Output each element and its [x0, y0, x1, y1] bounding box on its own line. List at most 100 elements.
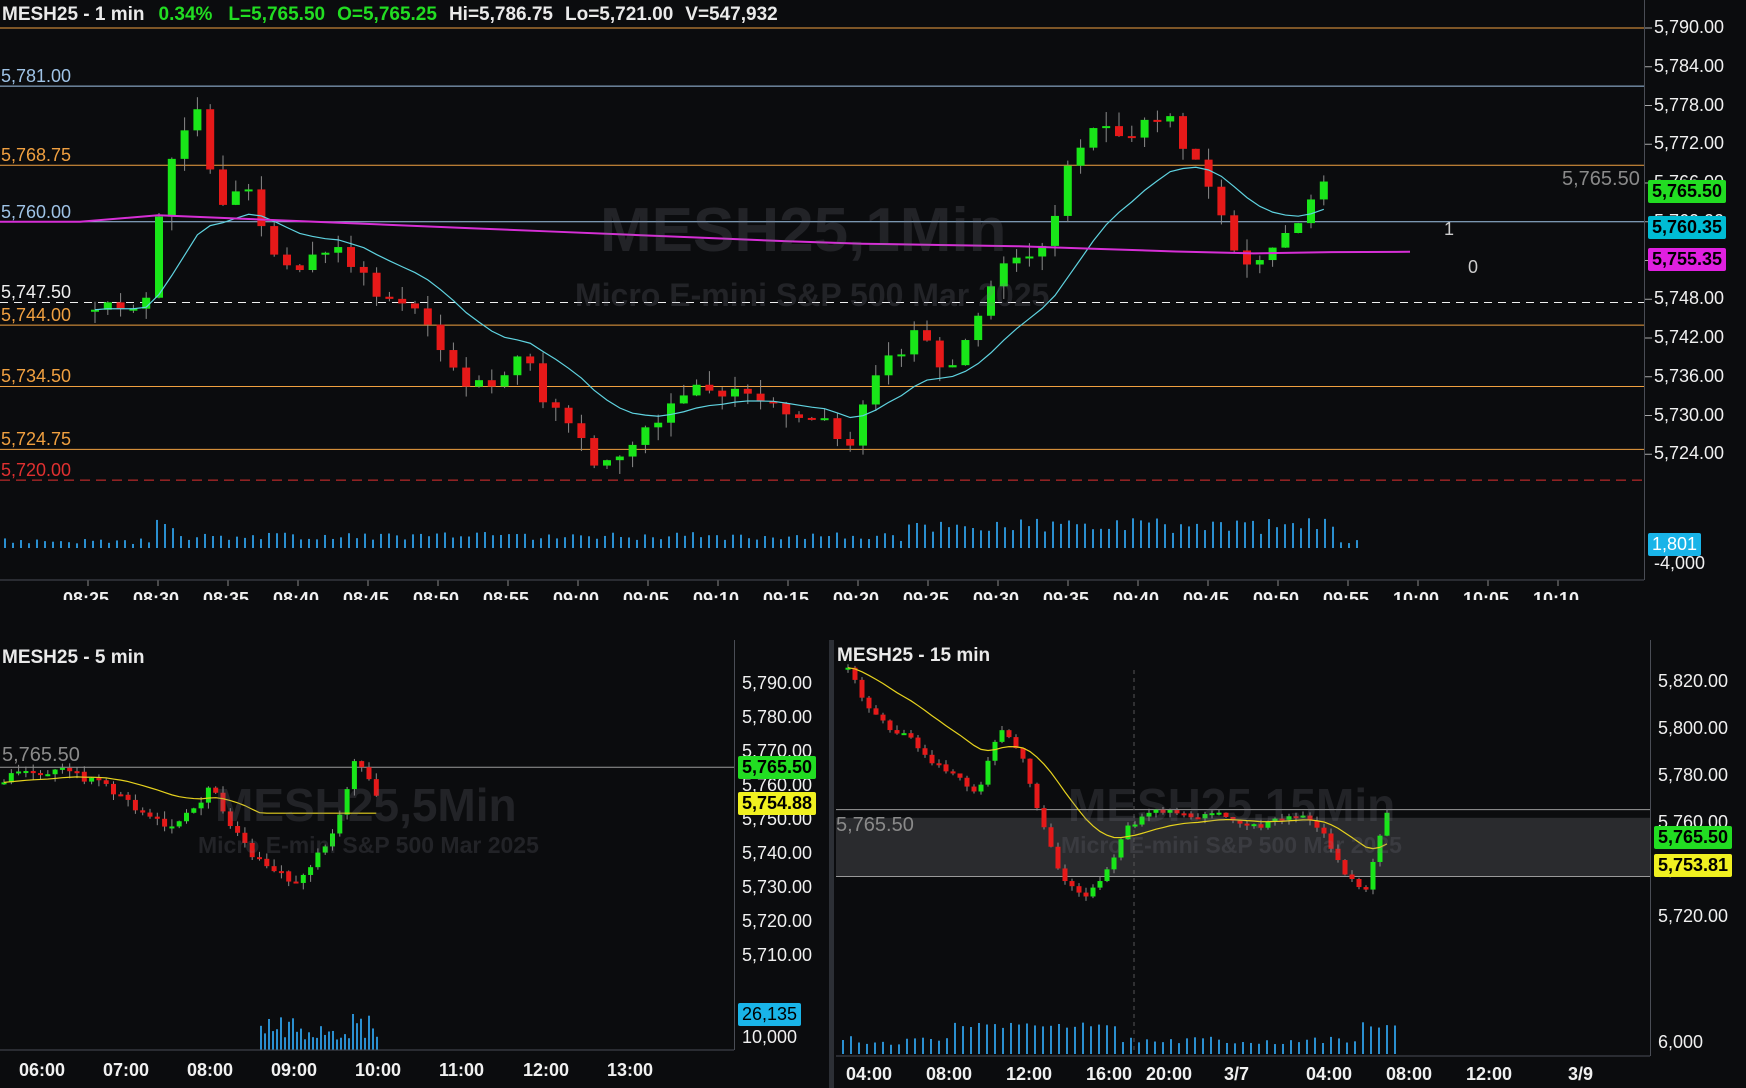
- volume-bar: [948, 527, 950, 548]
- p15-volume-bar: [1090, 1026, 1092, 1054]
- main-candle: [961, 340, 970, 366]
- p5-volume-bar: [260, 1025, 262, 1050]
- p5-volume-badge: 26,135: [738, 1003, 802, 1026]
- main-candle: [1191, 148, 1200, 160]
- p5-candle: [132, 799, 138, 811]
- volume-bar: [452, 537, 454, 548]
- main-candle: [1204, 159, 1213, 187]
- p5-candle: [38, 773, 43, 776]
- panel-divider[interactable]: [829, 640, 834, 1088]
- p5-volume-bar: [372, 1028, 374, 1050]
- p5-volume-bar: [340, 1037, 342, 1050]
- main-candle: [679, 395, 688, 404]
- main-candle: [731, 388, 739, 397]
- p15-candle: [1027, 758, 1033, 784]
- p15-volume-bar: [1146, 1039, 1148, 1054]
- p15-volume-bar: [1354, 1041, 1356, 1054]
- p15-candle: [1048, 827, 1054, 847]
- marker-1: 1: [1444, 219, 1455, 239]
- volume-bar: [708, 535, 710, 548]
- volume-bar: [1316, 529, 1318, 548]
- main-candle: [359, 266, 368, 273]
- p5-candle: [184, 812, 189, 822]
- level-label: 5,781.00: [1, 66, 72, 87]
- main-candle: [743, 388, 752, 394]
- volume-bar: [236, 536, 238, 548]
- main-candle: [654, 422, 663, 428]
- time-axis-label: 09:55: [1323, 589, 1370, 600]
- p15-volume-bar: [1042, 1026, 1044, 1054]
- volume-bar: [1124, 530, 1126, 548]
- p15-volume-bar: [1258, 1043, 1260, 1054]
- p5-volume-bar: [288, 1021, 290, 1050]
- volume-bar: [804, 538, 806, 548]
- main-candle: [1076, 147, 1085, 166]
- volume-bar: [716, 535, 718, 548]
- volume-bar: [1300, 528, 1302, 548]
- main-candle: [155, 216, 163, 298]
- main-chart-panel[interactable]: MESH25,1Min Micro E-mini S&P 500 Mar 202…: [0, 0, 1746, 600]
- p15-volume-bar: [1066, 1027, 1068, 1054]
- volume-bar: [620, 537, 622, 548]
- volume-bar: [4, 538, 6, 548]
- fifteen-min-chart-panel[interactable]: MESH25,15Min Micro E-mini S&P 500 Mar 20…: [836, 640, 1746, 1088]
- volume-bar: [940, 521, 942, 548]
- volume-bar: [332, 538, 334, 548]
- volume-bar: [964, 526, 966, 548]
- volume-bar: [1308, 518, 1310, 548]
- time-axis-label: 08:45: [343, 589, 390, 600]
- volume-bar: [724, 539, 726, 548]
- main-candle: [193, 109, 202, 131]
- volume-bar: [244, 537, 246, 548]
- fifteen-min-price-chart[interactable]: [836, 640, 1746, 1088]
- level-label: 5,768.75: [1, 145, 72, 166]
- p5-candle: [59, 767, 65, 770]
- five-min-chart-panel[interactable]: MESH25,5Min Micro E-mini S&P 500 Mar 202…: [0, 640, 828, 1088]
- volume-bar: [1012, 530, 1014, 548]
- p5-volume-bar: [292, 1018, 294, 1050]
- volume-bar: [260, 539, 262, 548]
- main-title-bar: MESH25 - 1 min 0.34% L=5,765.50 O=5,765.25 H…: [2, 4, 792, 26]
- volume-bar: [908, 524, 910, 548]
- volume-bar: [1284, 524, 1286, 548]
- p5-price-axis-label: 5,710.00: [742, 945, 813, 965]
- level-label: 5,720.00: [1, 460, 72, 481]
- volume-bar: [204, 533, 206, 548]
- volume-bar: [1108, 528, 1110, 548]
- p5-candle: [111, 783, 116, 795]
- p15-volume-bar: [1338, 1038, 1340, 1054]
- p5-time-axis-label: 08:00: [187, 1060, 234, 1080]
- p15-time-axis-label: 12:00: [1466, 1064, 1513, 1084]
- volume-bar: [1212, 521, 1214, 548]
- volume-bar: [228, 539, 230, 548]
- volume-bar: [404, 539, 406, 548]
- main-open: O=5,765.25: [337, 4, 437, 25]
- volume-bar: [436, 533, 438, 548]
- volume-bar: [292, 534, 294, 548]
- p5-candle: [67, 767, 73, 772]
- p15-candle: [901, 733, 907, 736]
- p5-candle: [300, 874, 306, 883]
- p15-volume-bar: [1290, 1040, 1292, 1054]
- p5-candle: [191, 808, 197, 813]
- volume-bar: [420, 533, 422, 548]
- p15-volume-bar: [1378, 1027, 1380, 1054]
- volume-bar: [612, 532, 614, 548]
- p5-candle: [205, 787, 211, 803]
- level-label: 5,760.00: [1, 201, 72, 222]
- main-candle: [513, 356, 522, 376]
- volume-bar: [108, 542, 110, 548]
- p5-candle: [147, 812, 153, 817]
- volume-bar: [1100, 528, 1102, 548]
- volume-bar: [956, 524, 958, 548]
- p15-time-axis-label: 04:00: [1306, 1064, 1353, 1084]
- five-min-price-chart[interactable]: [0, 640, 828, 1088]
- volume-bar: [996, 521, 998, 548]
- volume-bar: [468, 536, 470, 548]
- p15-candle: [1090, 887, 1096, 897]
- main-candle: [1089, 128, 1098, 148]
- p15-volume-bar: [1274, 1044, 1276, 1054]
- volume-bar: [548, 534, 550, 548]
- time-axis-label: 10:10: [1533, 589, 1580, 600]
- p15-volume-bar: [874, 1042, 876, 1054]
